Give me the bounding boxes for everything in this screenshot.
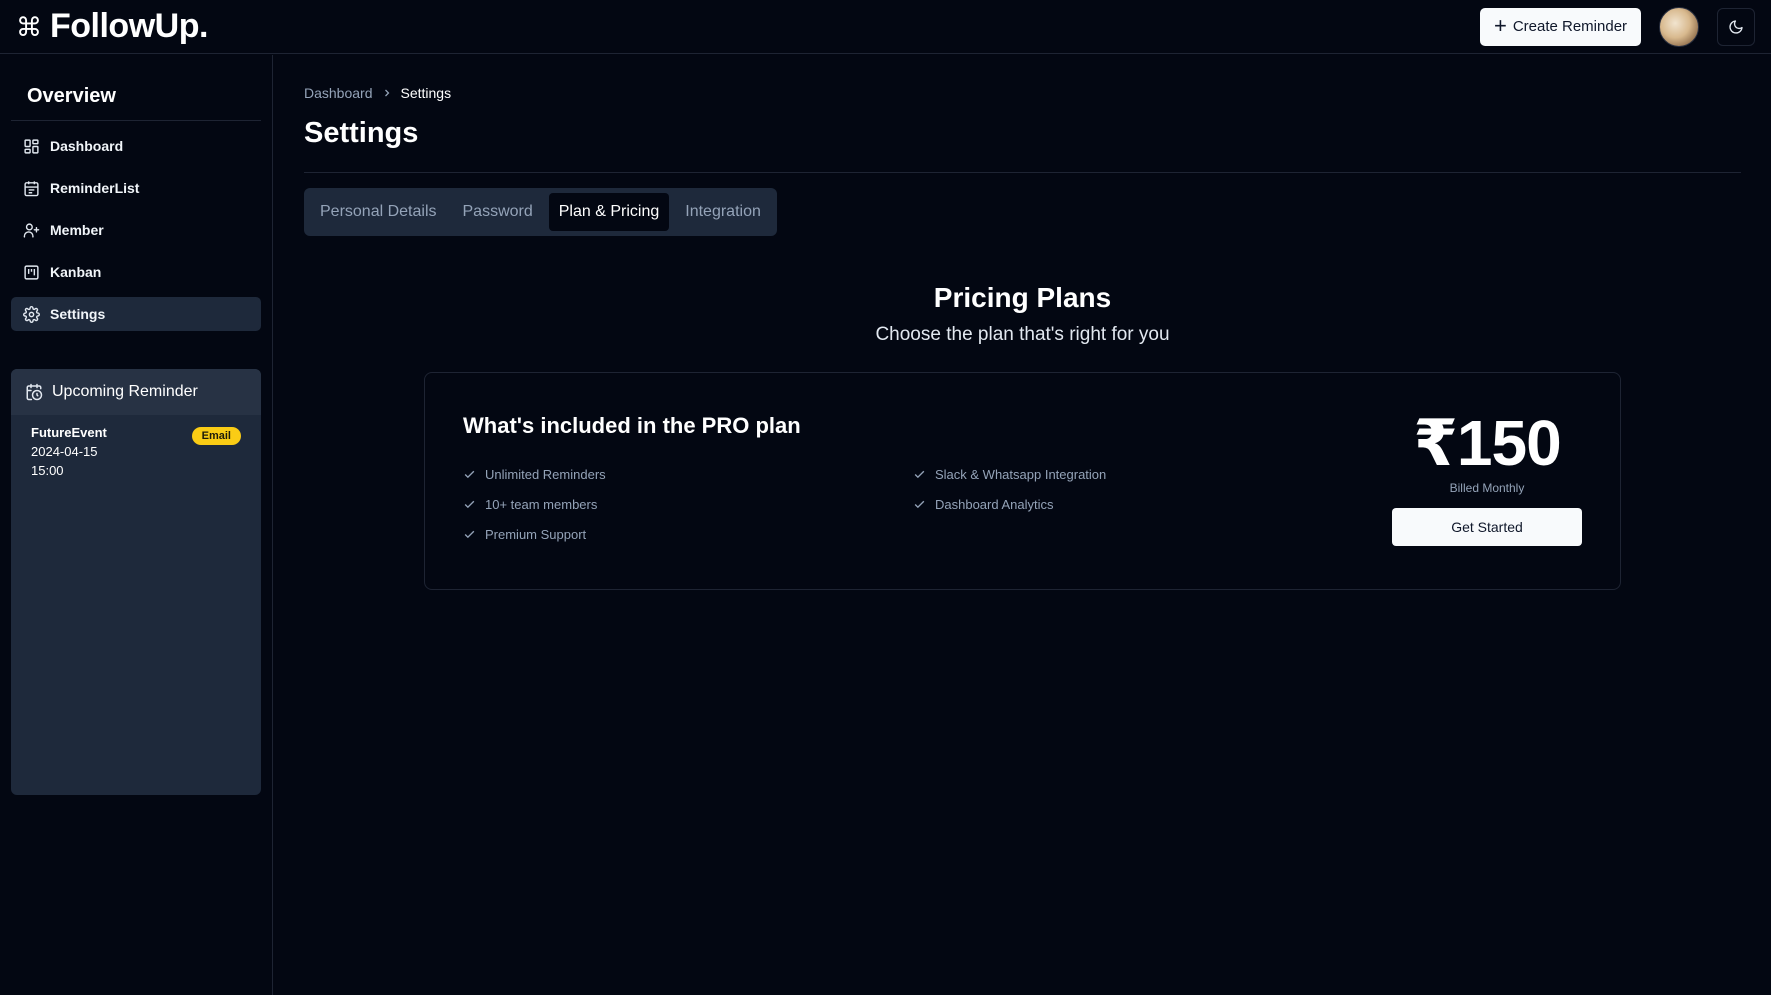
sidebar-item-kanban[interactable]: Kanban [11, 255, 261, 289]
check-icon [914, 470, 925, 479]
pricing-header: Pricing Plans Choose the plan that's rig… [304, 282, 1741, 346]
feature-list: Unlimited Reminders Slack & Whatsapp Int… [463, 466, 1183, 543]
user-plus-icon [23, 222, 40, 238]
sidebar-item-dashboard[interactable]: Dashboard [11, 129, 261, 163]
settings-tabs: Personal Details Password Plan & Pricing… [304, 188, 777, 236]
tab-password[interactable]: Password [453, 193, 543, 231]
sidebar-item-label: Member [50, 222, 104, 238]
plus-icon: + [1493, 12, 1507, 38]
price-block: ₹150 Billed Monthly Get Started [1392, 411, 1582, 546]
reminder-date: 2024-04-15 [31, 444, 98, 459]
upcoming-reminder-panel: Upcoming Reminder FutureEvent 2024-04-15… [11, 369, 261, 795]
create-reminder-label: Create Reminder [1512, 18, 1628, 35]
breadcrumb: Dashboard Settings [304, 85, 1741, 101]
feature-label: 10+ team members [485, 497, 598, 512]
reminder-time: 15:00 [31, 463, 64, 478]
feature-item: Slack & Whatsapp Integration [913, 466, 1183, 483]
pro-plan-card: What's included in the PRO plan Unlimite… [424, 372, 1621, 590]
command-icon: ⌘ [16, 11, 42, 42]
check-icon [914, 500, 925, 509]
check-icon [464, 470, 475, 479]
check-icon [464, 500, 475, 509]
breadcrumb-settings: Settings [400, 85, 452, 101]
tab-integration[interactable]: Integration [675, 193, 771, 231]
feature-label: Slack & Whatsapp Integration [935, 467, 1107, 482]
feature-label: Dashboard Analytics [935, 497, 1054, 512]
sidebar-item-member[interactable]: Member [11, 213, 261, 247]
calendar-icon [24, 180, 39, 196]
sidebar-item-settings[interactable]: Settings [11, 297, 261, 331]
upcoming-reminder-header: Upcoming Reminder [11, 369, 261, 415]
feature-item: Unlimited Reminders [463, 466, 913, 483]
breadcrumb-dashboard[interactable]: Dashboard [304, 85, 373, 101]
billing-period: Billed Monthly [1449, 481, 1525, 495]
sidebar-title: Overview [11, 55, 261, 121]
sidebar-item-label: ReminderList [50, 180, 140, 196]
plan-price: ₹150 [1413, 407, 1561, 479]
sidebar-item-label: Kanban [50, 264, 102, 280]
avatar[interactable] [1659, 6, 1699, 47]
pricing-title: Pricing Plans [933, 282, 1112, 313]
create-reminder-button[interactable]: + Create Reminder [1480, 7, 1641, 46]
feature-label: Unlimited Reminders [485, 467, 606, 482]
dashboard-icon [24, 138, 39, 154]
tab-personal-details[interactable]: Personal Details [310, 193, 447, 231]
divider [304, 172, 1741, 173]
tab-plan-pricing[interactable]: Plan & Pricing [548, 193, 670, 231]
reminder-item[interactable]: FutureEvent 2024-04-15 15:00 Email [11, 415, 261, 488]
moon-icon [1729, 19, 1743, 34]
feature-item: Premium Support [463, 526, 913, 543]
sidebar-item-reminderlist[interactable]: ReminderList [11, 171, 261, 205]
top-header: ⌘ FollowUp. + Create Reminder [0, 0, 1771, 54]
feature-item: 10+ team members [463, 496, 913, 513]
main-content: Dashboard Settings Settings Personal Det… [304, 55, 1741, 590]
brand[interactable]: ⌘ FollowUp. [16, 7, 208, 46]
sidebar: Overview Dashboard ReminderList Member K… [0, 55, 273, 995]
reminder-type-badge: Email [191, 427, 241, 445]
page-title: Settings [304, 117, 419, 149]
chevron-right-icon [384, 89, 389, 97]
sidebar-item-label: Settings [50, 306, 106, 322]
brand-name: FollowUp. [50, 7, 208, 45]
plan-title: What's included in the PRO plan [463, 413, 801, 438]
check-icon [464, 530, 475, 539]
pricing-subtitle: Choose the plan that's right for you [875, 324, 1170, 345]
feature-label: Premium Support [485, 527, 587, 542]
sidebar-item-label: Dashboard [50, 138, 124, 154]
feature-item: Dashboard Analytics [913, 496, 1183, 513]
kanban-icon [24, 264, 39, 280]
upcoming-reminder-title: Upcoming Reminder [52, 383, 198, 400]
calendar-clock-icon [26, 383, 43, 401]
gear-icon [23, 305, 40, 323]
theme-toggle-button[interactable] [1717, 7, 1755, 46]
get-started-button[interactable]: Get Started [1392, 508, 1582, 546]
